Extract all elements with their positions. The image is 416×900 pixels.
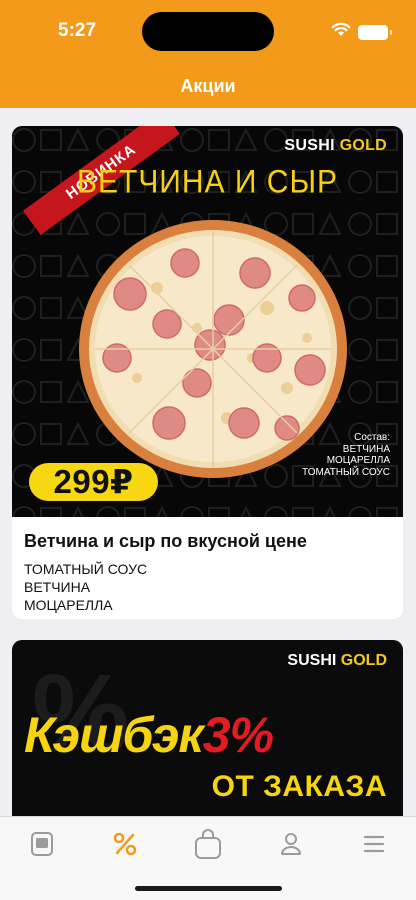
tab-more[interactable] [354,827,394,861]
bag-icon [195,829,221,859]
tab-cart[interactable] [188,827,228,861]
brand-logo: SUSHI GOLD [284,137,387,154]
promo-card-cashback[interactable]: % SUSHI GOLD Кэшбэк3% ОТ ЗАКАЗА [12,640,403,830]
hamburger-icon [363,835,385,853]
tab-profile[interactable] [271,827,311,861]
status-time: 5:27 [58,20,97,41]
promo-title: Ветчина и сыр по вкусной цене [24,531,307,551]
brand-logo: SUSHI GOLD [287,652,387,669]
ingredient-item: ВЕТЧИНА [24,579,91,595]
menu-card-icon [31,832,53,856]
header-bar: 5:27 Акции [0,0,416,108]
ingredient-item: МОЦАРЕЛЛА [24,597,113,613]
cashback-subheadline: ОТ ЗАКАЗА [211,770,387,803]
screen: 5:27 Акции НОВИНКА SUSHI GOLD ВЕТЧИНА И … [0,0,416,900]
composition-block: Состав: ВЕТЧИНА МОЦАРЕЛЛА ТОМАТНЫЙ СОУС [302,432,390,478]
tab-promotions[interactable] [105,827,145,861]
promo-banner-image: НОВИНКА SUSHI GOLD ВЕТЧИНА И СЫР 299₽ Со… [12,126,403,517]
promo-card-ham-cheese[interactable]: НОВИНКА SUSHI GOLD ВЕТЧИНА И СЫР 299₽ Со… [12,126,403,619]
wifi-icon [331,22,351,42]
battery-icon [358,24,392,40]
tab-menu[interactable] [22,827,62,861]
page-title: Акции [180,76,236,96]
promo-card-body: Ветчина и сыр по вкусной цене ТОМАТНЫЙ С… [12,517,403,614]
percent-icon [113,832,137,856]
profile-icon [281,833,301,855]
cashback-headline: Кэшбэк3% [24,707,274,763]
dynamic-island [142,12,274,51]
ingredient-item: ТОМАТНЫЙ СОУС [24,561,148,577]
home-indicator[interactable] [135,886,282,891]
price-badge: 299₽ [29,463,158,501]
banner-title: ВЕТЧИНА И СЫР [76,164,339,201]
status-icons [331,22,392,42]
